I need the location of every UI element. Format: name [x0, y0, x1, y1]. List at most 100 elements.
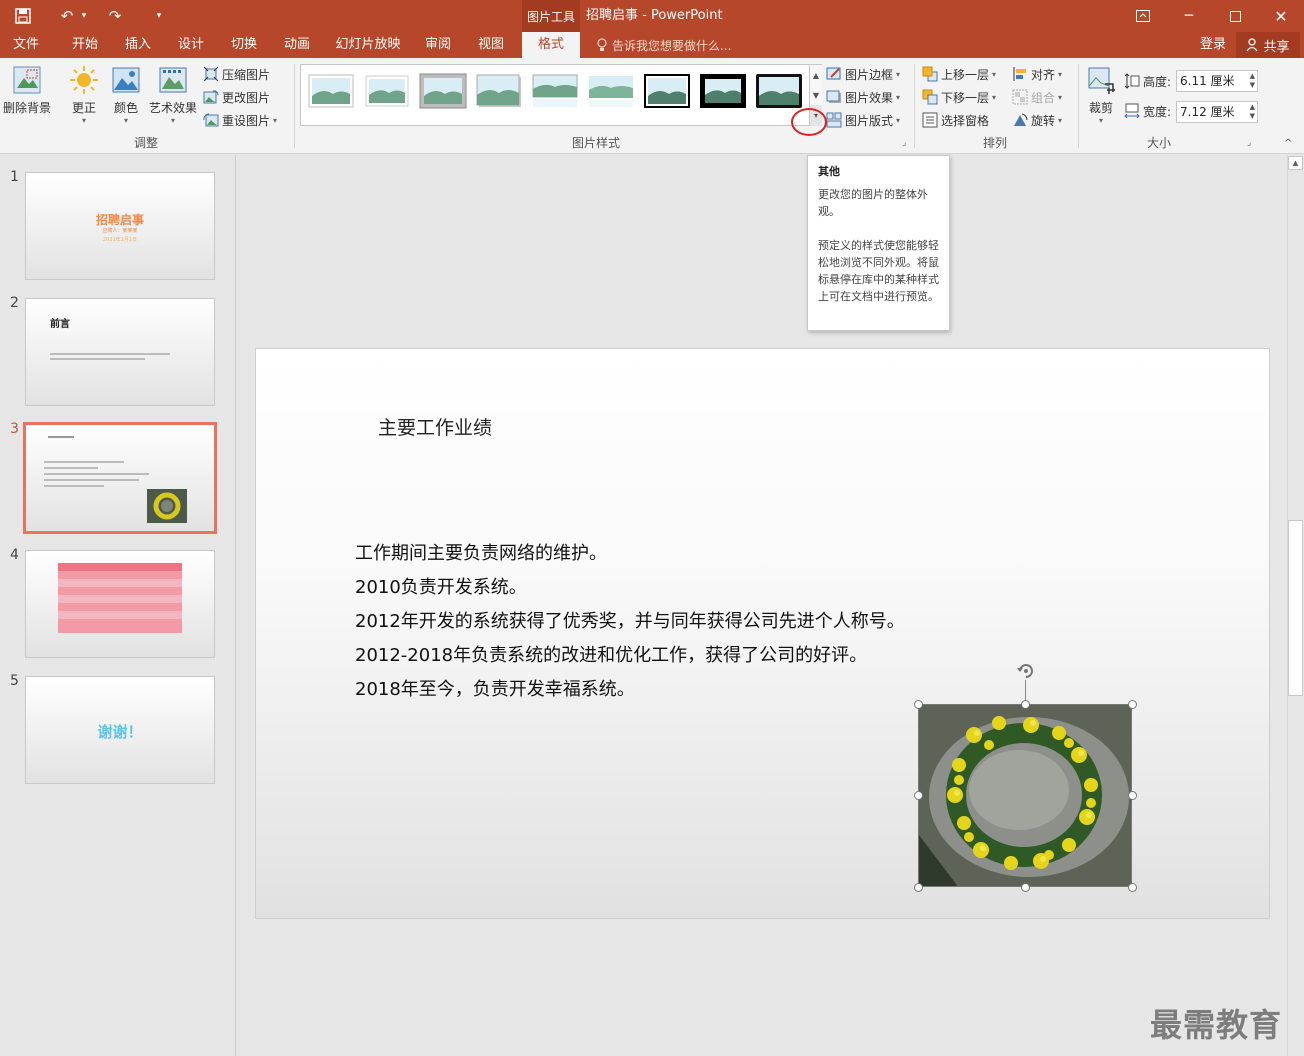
picture-tools-context: 图片工具	[522, 0, 580, 32]
gallery-scroll-up[interactable]: ▲	[809, 65, 822, 85]
change-picture-button[interactable]: 更改图片	[203, 87, 270, 107]
tab-view[interactable]: 视图	[469, 32, 513, 58]
slide-number: 5	[10, 673, 19, 689]
gallery-scroll-down[interactable]: ▼	[809, 85, 822, 105]
selected-picture[interactable]	[918, 704, 1132, 887]
tab-transitions[interactable]: 切换	[222, 32, 266, 58]
body-line: 2012年开发的系统获得了优秀奖，并与同年获得公司先进个人称号。	[355, 611, 905, 632]
crop-button[interactable]: 裁剪 ▾	[1084, 64, 1118, 128]
style-thumbnail-soft-reflection[interactable]	[587, 73, 635, 109]
slide-title[interactable]: 主要工作业绩	[378, 413, 492, 440]
picture-effects-button[interactable]: 图片效果 ▾	[826, 87, 900, 107]
style-thumbnail-thin-black-frame[interactable]	[643, 73, 691, 109]
tab-insert[interactable]: 插入	[116, 32, 160, 58]
tab-file[interactable]: 文件	[4, 32, 48, 58]
resize-handle-e[interactable]	[1128, 791, 1137, 800]
resize-handle-n[interactable]	[1021, 700, 1030, 709]
tooltip-title: 其他	[818, 165, 840, 178]
customize-qat-icon[interactable]: ▾	[150, 0, 168, 32]
resize-handle-w[interactable]	[914, 791, 923, 800]
tab-animations[interactable]: 动画	[275, 32, 319, 58]
format-picture-launcher-icon[interactable]: ⌟	[902, 138, 906, 148]
body-line: 2012-2018年负责系统的改进和优化工作，获得了公司的好评。	[355, 645, 868, 666]
resize-handle-sw[interactable]	[914, 883, 923, 892]
style-thumbnail-shadow[interactable]	[475, 73, 523, 109]
thumb-text-line	[44, 479, 139, 481]
style-thumbnail-soft-edge[interactable]	[363, 73, 411, 109]
height-spinner[interactable]: ▲ ▼	[1250, 72, 1255, 90]
group-button[interactable]: 组合 ▾	[1012, 87, 1062, 107]
thumb-table-row	[58, 611, 182, 619]
undo-dropdown[interactable]: ▾	[78, 0, 90, 32]
send-backward-icon	[922, 89, 938, 105]
save-icon[interactable]	[8, 0, 38, 32]
minimize-icon[interactable]: ─	[1166, 0, 1212, 32]
size-group-label: 大小	[1146, 136, 1171, 150]
maximize-icon[interactable]	[1212, 0, 1258, 32]
slide-number: 4	[10, 547, 19, 563]
login-link[interactable]: 登录	[1200, 32, 1226, 58]
thumb-title-line	[48, 436, 74, 438]
tab-design[interactable]: 设计	[169, 32, 213, 58]
send-backward-button[interactable]: 下移一层 ▾	[922, 87, 996, 107]
tell-me-box[interactable]: 告诉我您想要做什么...	[596, 32, 731, 58]
bring-forward-button[interactable]: 上移一层 ▾	[922, 64, 996, 84]
rotate-handle-icon[interactable]	[1015, 660, 1037, 682]
scrollbar-thumb[interactable]	[1288, 520, 1303, 696]
corrections-button[interactable]: 更正 ▾	[64, 64, 104, 128]
picture-layout-button[interactable]: 图片版式 ▾	[826, 110, 900, 130]
close-icon[interactable]: ✕	[1258, 0, 1304, 32]
slide-number: 3	[10, 421, 19, 437]
width-spinner[interactable]: ▲ ▼	[1250, 103, 1255, 121]
height-icon	[1124, 73, 1140, 89]
resize-handle-s[interactable]	[1021, 883, 1030, 892]
artistic-effects-button[interactable]: 艺术效果 ▾	[148, 64, 198, 128]
style-thumbnail-black-rounded[interactable]	[755, 73, 803, 109]
slide-thumbnail-panel: 1 招聘启事 应聘人：某某某 2021年1月1日 2 前言 3 4 5 谢谢！	[0, 155, 236, 1056]
scroll-up-arrow[interactable]: ▲	[1288, 156, 1303, 170]
style-thumbnail-reflection[interactable]	[531, 73, 579, 109]
share-button[interactable]: 共享	[1236, 32, 1300, 58]
height-input[interactable]: 6.11 厘米 ▲ ▼	[1176, 70, 1258, 92]
resize-handle-nw[interactable]	[914, 700, 923, 709]
rotate-button[interactable]: 旋转 ▾	[1012, 110, 1062, 130]
reset-picture-button[interactable]: 重设图片 ▾	[203, 110, 277, 130]
slide-body-text[interactable]: 工作期间主要负责网络的维护。 2010负责开发系统。 2012年开发的系统获得了…	[355, 537, 905, 707]
style-thumbnail-metal-frame[interactable]	[419, 73, 467, 109]
picture-border-button[interactable]: 图片边框 ▾	[826, 64, 900, 84]
style-thumbnail-simple-frame[interactable]	[307, 73, 355, 109]
slide-thumbnail-4[interactable]	[25, 550, 215, 658]
compress-pictures-button[interactable]: 压缩图片	[203, 64, 270, 84]
redo-icon[interactable]: ↷	[104, 0, 126, 32]
tab-format[interactable]: 格式	[522, 32, 580, 58]
slide-thumbnail-3[interactable]	[23, 422, 217, 534]
picture-styles-gallery[interactable]: ▲ ▼ ▾	[300, 64, 822, 126]
thumb-text-line	[44, 467, 98, 469]
ribbon-display-icon[interactable]	[1120, 0, 1166, 32]
tab-home[interactable]: 开始	[62, 32, 108, 58]
slide-thumbnail-2[interactable]: 前言	[25, 298, 215, 406]
thumb-subtitle: 应聘人：某某某	[102, 228, 138, 234]
slide-number: 2	[10, 295, 19, 311]
resize-handle-ne[interactable]	[1128, 700, 1137, 709]
lightbulb-icon	[597, 38, 607, 51]
undo-icon[interactable]: ↶	[56, 0, 78, 32]
resize-handle-se[interactable]	[1128, 883, 1137, 892]
width-input[interactable]: 7.12 厘米 ▲ ▼	[1176, 101, 1258, 123]
tab-slideshow[interactable]: 幻灯片放映	[330, 32, 406, 58]
group-separator	[294, 64, 295, 148]
tab-review[interactable]: 审阅	[416, 32, 460, 58]
align-icon	[1013, 67, 1026, 81]
thumb-text-line	[44, 473, 149, 475]
style-thumbnail-thick-black-frame[interactable]	[699, 73, 747, 109]
size-launcher-icon[interactable]: ⌟	[1247, 138, 1251, 148]
selection-pane-button[interactable]: 选择窗格	[922, 110, 989, 130]
slide-thumbnail-1[interactable]: 招聘启事 应聘人：某某某 2021年1月1日	[25, 172, 215, 280]
collapse-ribbon-icon[interactable]: ^	[1284, 138, 1292, 149]
remove-background-button[interactable]: 删除背景	[2, 64, 52, 128]
slide-thumbnail-5[interactable]: 谢谢！	[25, 676, 215, 784]
align-button[interactable]: 对齐 ▾	[1012, 64, 1062, 84]
document-title: 招聘启事 - PowerPoint	[586, 8, 723, 23]
color-button[interactable]: 颜色 ▾	[108, 64, 144, 128]
sun-icon	[70, 66, 98, 94]
